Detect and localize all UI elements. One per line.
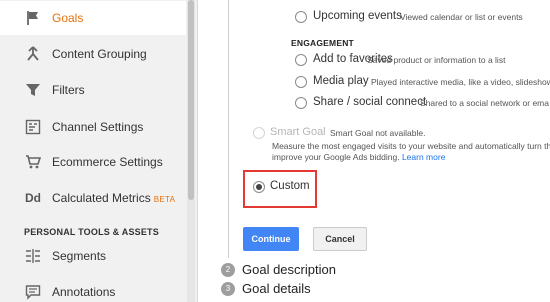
flag-icon	[24, 9, 42, 27]
option-label: Media play	[313, 75, 369, 87]
sidebar-item-label: Annotations	[52, 285, 116, 299]
smart-goal-status: Smart Goal not available.	[330, 128, 426, 138]
sidebar-scrollbar[interactable]	[187, 0, 195, 302]
smart-goal-description: Measure the most engaged visits to your …	[272, 141, 550, 151]
sidebar-item-filters[interactable]: Filters	[0, 73, 186, 107]
sidebar-item-ecommerce-settings[interactable]: Ecommerce Settings	[0, 145, 186, 179]
sidebar-item-label: Content Grouping	[52, 47, 147, 61]
dd-icon: Dd	[25, 191, 41, 205]
sidebar-item-label: Segments	[52, 249, 107, 263]
step-goal-description[interactable]: 2 Goal description	[221, 262, 336, 277]
continue-button[interactable]: Continue	[243, 227, 299, 251]
annotations-icon	[24, 283, 42, 301]
cancel-button[interactable]: Cancel	[313, 227, 367, 251]
sidebar-item-segments[interactable]: Segments	[0, 239, 186, 273]
smart-goal-description-line2: improve your Google Ads bidding. Learn m…	[272, 152, 550, 163]
scrollbar-thumb[interactable]	[188, 0, 194, 200]
radio-share-social-connect[interactable]	[295, 97, 307, 109]
step-label: Goal details	[242, 281, 311, 296]
radio-add-to-favorites[interactable]	[295, 54, 307, 66]
filter-icon	[24, 81, 42, 99]
sidebar-item-content-grouping[interactable]: Content Grouping	[0, 37, 186, 71]
radio-upcoming-events[interactable]	[295, 11, 307, 23]
option-description: Played interactive media, like a video, …	[371, 77, 550, 87]
radio-smart-goal[interactable]	[253, 127, 265, 139]
sidebar-item-annotations[interactable]: Annotations	[0, 275, 186, 302]
step-label: Goal description	[242, 262, 336, 277]
radio-media-play[interactable]	[295, 76, 307, 88]
step-number: 2	[221, 262, 235, 277]
sidebar-item-label: Goals	[52, 11, 84, 25]
step-goal-details[interactable]: 3 Goal details	[221, 281, 311, 296]
option-label: Upcoming events	[313, 10, 402, 22]
learn-more-link[interactable]: Learn more	[402, 152, 445, 162]
step-connector-line	[228, 0, 229, 258]
option-label: Share / social connect	[313, 96, 427, 108]
admin-sidebar: Goals Content Grouping Filters Channel S…	[0, 0, 198, 302]
custom-label: Custom	[270, 180, 310, 192]
option-description: Shared to a social network or ema	[420, 98, 549, 108]
radio-custom[interactable]	[253, 181, 265, 193]
beta-badge: BETA	[153, 195, 176, 204]
channel-settings-icon	[24, 118, 42, 136]
sidebar-item-label: Filters	[52, 83, 85, 97]
sidebar-item-label: Calculated Metrics	[52, 191, 151, 205]
content-grouping-icon	[24, 45, 42, 63]
group-title-engagement: ENGAGEMENT	[291, 38, 354, 48]
option-description: Saved product or information to a list	[367, 55, 506, 65]
smart-goal-label: Smart Goal	[270, 126, 326, 138]
option-description: Viewed calendar or list or events	[400, 12, 523, 22]
sidebar-item-label: Channel Settings	[52, 120, 144, 134]
sidebar-item-goals[interactable]: Goals	[0, 1, 186, 35]
cart-icon	[24, 153, 42, 171]
section-header: PERSONAL TOOLS & ASSETS	[24, 227, 159, 237]
sidebar-item-channel-settings[interactable]: Channel Settings	[0, 110, 186, 144]
sidebar-item-calculated-metrics[interactable]: Dd Calculated Metrics BETA	[0, 181, 186, 215]
step-number: 3	[221, 281, 235, 296]
segments-icon	[24, 247, 42, 265]
smart-goal-text: improve your Google Ads bidding.	[272, 152, 400, 162]
sidebar-item-label: Ecommerce Settings	[52, 155, 163, 169]
